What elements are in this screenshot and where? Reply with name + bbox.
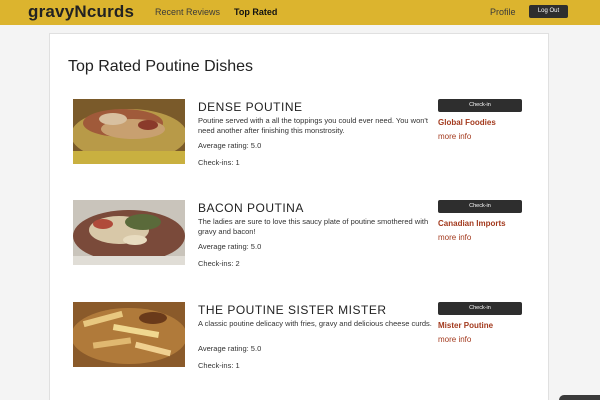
more-info-link[interactable]: more info: [438, 233, 471, 242]
more-info-link[interactable]: more info: [438, 132, 471, 141]
brand-logo[interactable]: gravyNcurds: [28, 2, 134, 22]
dish-item: BACON POUTINA The ladies are sure to lov…: [50, 200, 550, 278]
nav-recent-reviews[interactable]: Recent Reviews: [155, 7, 220, 17]
page-title: Top Rated Poutine Dishes: [68, 58, 253, 75]
dish-rating: Average rating: 5.0: [198, 242, 262, 251]
dish-checkins: Check-ins: 2: [198, 259, 240, 268]
nav-top-rated[interactable]: Top Rated: [234, 7, 277, 17]
dish-item: DENSE POUTINE Poutine served with a all …: [50, 99, 550, 177]
dish-checkins: Check-ins: 1: [198, 361, 240, 370]
dish-photo: [73, 302, 185, 367]
dish-name[interactable]: THE POUTINE SISTER MISTER: [198, 303, 387, 317]
top-nav-bar: gravyNcurds Recent Reviews Top Rated Pro…: [0, 0, 600, 25]
logout-button[interactable]: Log Out: [529, 5, 568, 18]
dish-photo: [73, 200, 185, 265]
checkin-button[interactable]: Check-in: [438, 302, 522, 315]
dish-rating: Average rating: 5.0: [198, 141, 262, 150]
dish-checkins: Check-ins: 1: [198, 158, 240, 167]
dish-name[interactable]: BACON POUTINA: [198, 201, 304, 215]
dish-description: The ladies are sure to love this saucy p…: [198, 217, 429, 236]
dish-photo: [73, 99, 185, 164]
more-info-link[interactable]: more info: [438, 335, 471, 344]
content-card: Top Rated Poutine Dishes DENSE POUTINE P…: [49, 33, 549, 400]
dish-item: THE POUTINE SISTER MISTER A classic pout…: [50, 302, 550, 380]
corner-overlay: [559, 395, 600, 400]
dish-description: Poutine served with a all the toppings y…: [198, 116, 428, 135]
vendor-link[interactable]: Canadian Imports: [438, 219, 506, 228]
checkin-button[interactable]: Check-in: [438, 200, 522, 213]
dish-description: A classic poutine delicacy with fries, g…: [198, 319, 432, 328]
nav-profile[interactable]: Profile: [490, 7, 516, 17]
dish-name[interactable]: DENSE POUTINE: [198, 100, 303, 114]
dish-rating: Average rating: 5.0: [198, 344, 262, 353]
vendor-link[interactable]: Mister Poutine: [438, 321, 493, 330]
vendor-link[interactable]: Global Foodies: [438, 118, 496, 127]
checkin-button[interactable]: Check-in: [438, 99, 522, 112]
